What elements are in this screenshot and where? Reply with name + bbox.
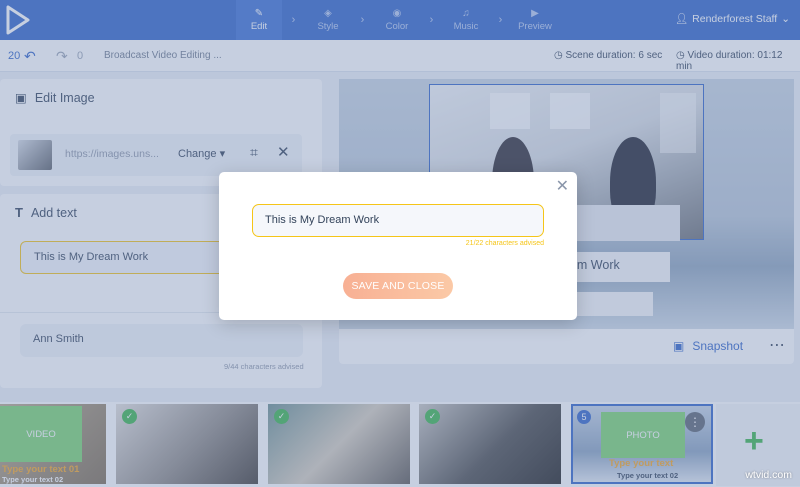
modal-text-input[interactable]: This is My Dream Work xyxy=(252,204,544,237)
save-and-close-button[interactable]: SAVE AND CLOSE xyxy=(343,273,453,299)
edit-text-modal: ✕ This is My Dream Work 21/22 characters… xyxy=(219,172,577,320)
character-count-hint: 21/22 characters advised xyxy=(465,240,544,247)
watermark: wtvid.com xyxy=(745,469,792,481)
close-icon[interactable]: ✕ xyxy=(556,176,569,196)
